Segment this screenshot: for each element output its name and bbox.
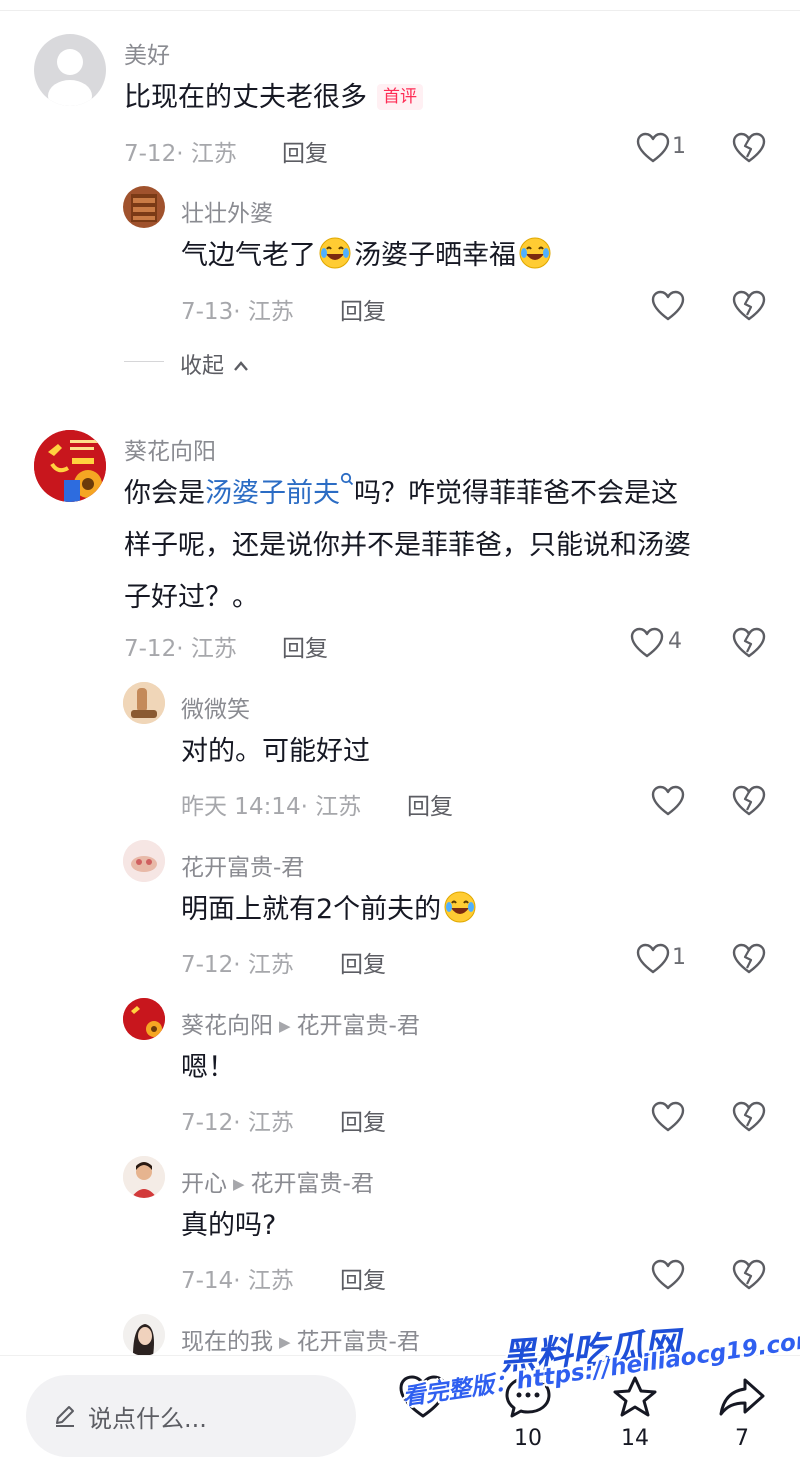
favorite-action-count: 14 (621, 1426, 649, 1451)
reply-button[interactable]: 回复 (282, 134, 328, 168)
reply-meta: 7-12· 江苏 (181, 1110, 294, 1136)
reply-meta: 7-13· 江苏 (181, 299, 294, 325)
comment-text-line: 子好过？。 (124, 582, 259, 613)
avatar[interactable] (34, 430, 106, 502)
comment-text[interactable]: 比现在的丈夫老很多 首评 (124, 72, 423, 124)
avatar[interactable] (123, 1314, 165, 1356)
reply-button[interactable]: 回复 (340, 292, 386, 326)
reply-button[interactable]: 回复 (340, 945, 386, 979)
dislike-broken-heart-icon[interactable] (732, 132, 766, 164)
share-icon (719, 1378, 765, 1416)
reply-username[interactable]: 现在的我 ▶ 花开富贵-君 (181, 1322, 420, 1356)
share-action-count: 7 (735, 1426, 749, 1451)
reply-button[interactable]: 回复 (282, 629, 328, 663)
avatar[interactable] (34, 34, 106, 106)
dislike-broken-heart-icon[interactable] (732, 785, 766, 817)
collapse-replies-button[interactable]: 收起 (180, 348, 249, 380)
reply-username[interactable]: 壮壮外婆 (181, 194, 273, 228)
comment-username[interactable]: 葵花向阳 (124, 432, 216, 466)
reply-to-arrow-icon: ▶ (279, 1333, 291, 1351)
comment-text-line: 样子呢，还是说你并不是菲菲爸，只能说和汤婆 (124, 530, 691, 561)
dislike-broken-heart-icon[interactable] (732, 290, 766, 322)
reply-username[interactable]: 微微笑 (181, 690, 250, 724)
reply-button[interactable]: 回复 (340, 1103, 386, 1137)
share-action-button[interactable]: 7 (712, 1374, 772, 1464)
dislike-broken-heart-icon[interactable] (732, 1259, 766, 1291)
pencil-icon (56, 1406, 74, 1427)
like-heart-icon[interactable] (651, 1259, 685, 1291)
comment-input[interactable]: 说点什么... (26, 1375, 356, 1457)
reply-username[interactable]: 花开富贵-君 (181, 848, 304, 882)
like-heart-icon[interactable] (651, 785, 685, 817)
reply-button[interactable]: 回复 (407, 787, 453, 821)
comment-meta: 7-12· 江苏 (124, 636, 237, 662)
favorite-action-button[interactable]: 14 (605, 1374, 665, 1464)
reply-to-username[interactable]: 花开富贵-君 (297, 1013, 420, 1039)
avatar[interactable] (123, 682, 165, 724)
avatar[interactable] (123, 1156, 165, 1198)
dislike-broken-heart-icon[interactable] (732, 1101, 766, 1133)
reply-button[interactable]: 回复 (340, 1261, 386, 1295)
reply-text[interactable]: 对的。可能好过 (181, 726, 370, 778)
reply-text[interactable]: 气边气老了 汤婆子晒幸福 (181, 230, 554, 282)
reply-text[interactable]: 嗯！ (181, 1042, 235, 1094)
comment-username[interactable]: 美好 (124, 36, 170, 70)
laugh-cry-emoji-icon (444, 891, 476, 923)
dislike-broken-heart-icon[interactable] (732, 627, 766, 659)
reply-to-username[interactable]: 花开富贵-君 (251, 1171, 374, 1197)
like-count: 1 (672, 945, 686, 970)
first-comment-badge: 首评 (377, 84, 423, 110)
reply-username[interactable]: 葵花向阳 ▶ 花开富贵-君 (181, 1006, 420, 1040)
reply-meta: 昨天 14:14· 江苏 (181, 794, 362, 820)
reply-to-arrow-icon: ▶ (279, 1017, 291, 1035)
reply-text[interactable]: 真的吗? (181, 1200, 276, 1252)
like-count: 1 (672, 134, 686, 159)
comment-meta: 7-12· 江苏 (124, 141, 237, 167)
search-icon[interactable] (340, 472, 354, 488)
like-heart-icon[interactable] (636, 132, 670, 164)
like-count: 4 (668, 629, 682, 654)
comment-text[interactable]: 你会是汤婆子前夫 吗？咋觉得菲菲爸不会是这 (124, 468, 678, 520)
reply-to-username[interactable]: 花开富贵-君 (297, 1329, 420, 1355)
chevron-up-icon (234, 361, 248, 371)
like-heart-icon[interactable] (651, 1101, 685, 1133)
like-heart-icon[interactable] (651, 290, 685, 322)
reply-meta: 7-12· 江苏 (181, 952, 294, 978)
collapse-divider (124, 361, 164, 362)
like-heart-icon[interactable] (630, 627, 664, 659)
comment-input-placeholder: 说点什么... (88, 1405, 207, 1433)
reply-text[interactable]: 明面上就有2个前夫的 (181, 884, 479, 936)
dislike-broken-heart-icon[interactable] (732, 943, 766, 975)
reply-username[interactable]: 开心 ▶ 花开富贵-君 (181, 1164, 374, 1198)
comment-action-count: 10 (514, 1426, 542, 1451)
comment-item: 美好 比现在的丈夫老很多 首评 7-12· 江苏 回复 1 壮壮外婆 气边气老了汤… (0, 0, 800, 400)
laugh-cry-emoji-icon (319, 237, 351, 269)
laugh-cry-emoji-icon (519, 237, 551, 269)
search-keyword-link[interactable]: 汤婆子前夫 (205, 478, 340, 509)
reply-meta: 7-14· 江苏 (181, 1268, 294, 1294)
reply-to-arrow-icon: ▶ (233, 1175, 245, 1193)
avatar[interactable] (123, 998, 165, 1040)
avatar[interactable] (123, 186, 165, 228)
avatar[interactable] (123, 840, 165, 882)
like-heart-icon[interactable] (636, 943, 670, 975)
